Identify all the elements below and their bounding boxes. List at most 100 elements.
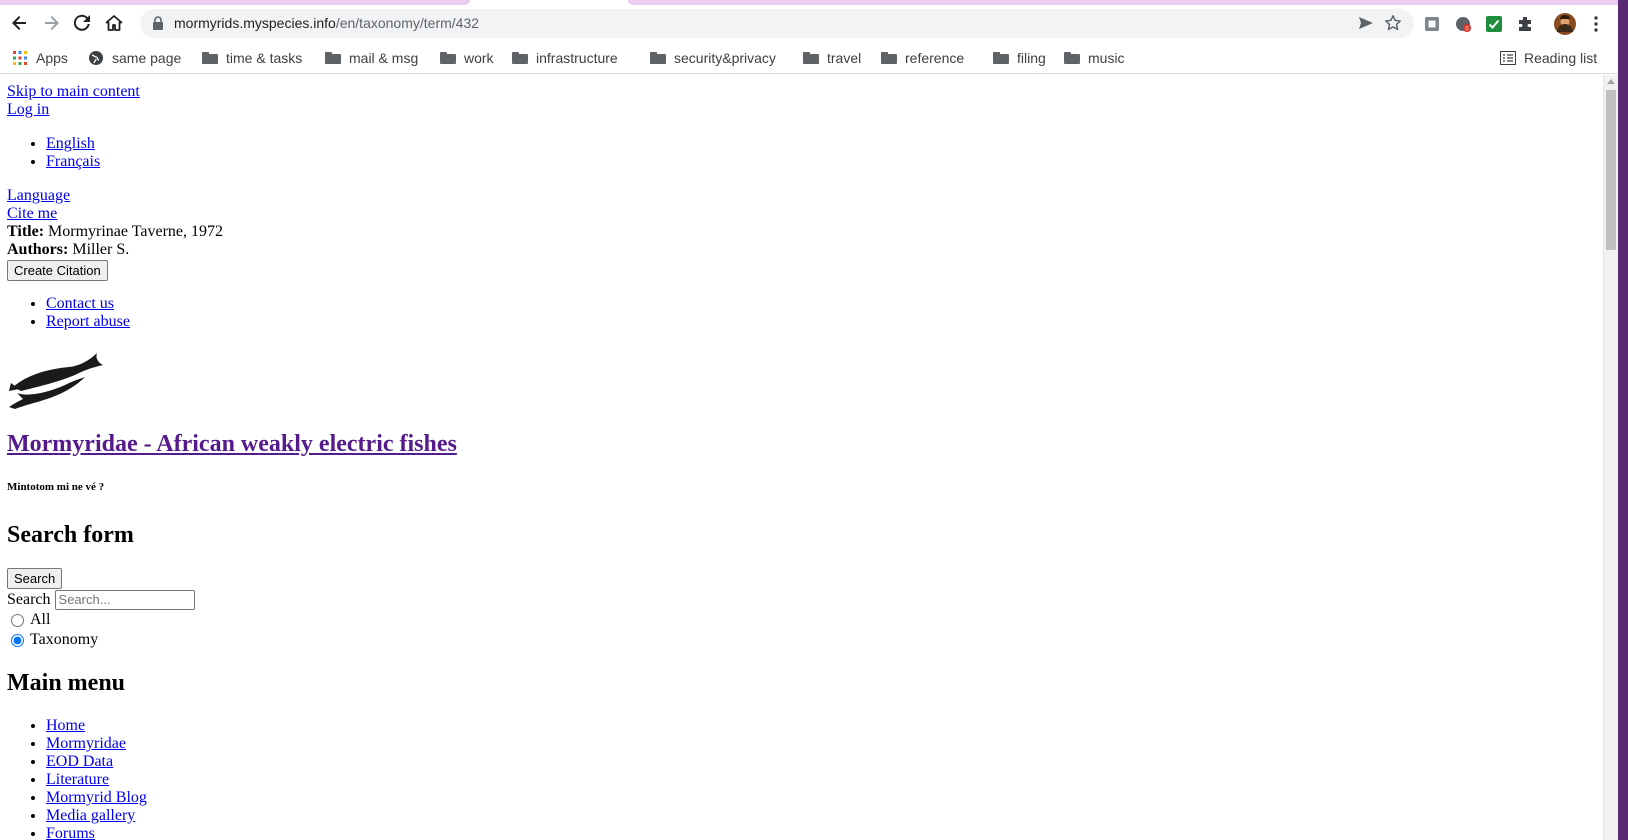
- folder-icon: [325, 52, 341, 64]
- menu-literature-link[interactable]: Literature: [46, 771, 109, 788]
- bookmark-folder-reference[interactable]: reference: [881, 48, 964, 68]
- main-menu-item: Forums: [46, 825, 1596, 840]
- citation-authors-label: Authors:: [7, 241, 69, 258]
- main-menu-item: Mormyrid Blog: [46, 789, 1596, 807]
- page-body: Skip to main content Log in English Fran…: [0, 75, 1603, 840]
- bookmark-star-icon[interactable]: [1384, 14, 1402, 32]
- bookmark-folder-music[interactable]: music: [1064, 48, 1125, 68]
- folder-icon: [1064, 52, 1080, 64]
- search-scope-all-radio[interactable]: [11, 613, 24, 627]
- main-menu-item: Mormyridae: [46, 735, 1596, 753]
- extension-square-icon[interactable]: [1422, 14, 1442, 34]
- citation-title: Title: Mormyrinae Taverne, 1972: [7, 223, 1596, 241]
- menu-forums-link[interactable]: Forums: [46, 825, 95, 840]
- main-menu-heading: Main menu: [7, 670, 126, 696]
- page-scrollbar[interactable]: [1603, 75, 1618, 840]
- menu-blog-link[interactable]: Mormyrid Blog: [46, 789, 147, 806]
- report-abuse-link[interactable]: Report abuse: [46, 313, 130, 330]
- language-item: Français: [46, 153, 1596, 171]
- bookmark-folder-infrastructure[interactable]: infrastructure: [512, 48, 618, 68]
- home-button[interactable]: [100, 9, 128, 37]
- extensions-puzzle-icon[interactable]: [1515, 14, 1535, 34]
- language-toggle-link[interactable]: Language: [7, 187, 70, 204]
- forward-button[interactable]: [37, 9, 65, 37]
- language-french-link[interactable]: Français: [46, 153, 100, 170]
- bookmark-folder-time-tasks[interactable]: time & tasks: [202, 48, 302, 68]
- footer-item: Report abuse: [46, 313, 1596, 331]
- contact-us-link[interactable]: Contact us: [46, 295, 114, 312]
- bookmark-label: filing: [1017, 50, 1046, 66]
- browser-toolbar: mormyrids.myspecies.info/en/taxonomy/ter…: [0, 5, 1618, 42]
- main-menu-item: Media gallery: [46, 807, 1596, 825]
- main-menu-item: EOD Data: [46, 753, 1596, 771]
- folder-icon: [881, 52, 897, 64]
- extension-check-icon[interactable]: [1484, 14, 1504, 34]
- citation-authors-value: Miller S.: [72, 241, 130, 258]
- search-option-label: All: [30, 611, 51, 628]
- menu-home-link[interactable]: Home: [46, 717, 85, 734]
- site-name-link[interactable]: Mormyridae - African weakly electric fis…: [7, 431, 457, 457]
- folder-icon: [202, 52, 218, 64]
- browser-menu-icon[interactable]: [1586, 14, 1606, 34]
- profile-avatar[interactable]: [1553, 12, 1577, 36]
- bookmark-folder-filing[interactable]: filing: [993, 48, 1046, 68]
- apps-grid-icon: [13, 51, 27, 65]
- folder-icon: [512, 52, 528, 64]
- citation-authors: Authors: Miller S.: [7, 241, 1596, 259]
- site-slogan: Mintotom mi ne vé ?: [7, 481, 105, 493]
- citation-title-value: Mormyrinae Taverne, 1972: [48, 223, 224, 240]
- bookmark-folder-work[interactable]: work: [440, 48, 494, 68]
- home-icon: [105, 15, 123, 31]
- lock-icon: [153, 16, 163, 30]
- bookmark-same-page[interactable]: same page: [88, 48, 181, 68]
- menu-mormyridae-link[interactable]: Mormyridae: [46, 735, 126, 752]
- page-viewport: Skip to main content Log in English Fran…: [0, 75, 1603, 840]
- menu-media-gallery-link[interactable]: Media gallery: [46, 807, 135, 824]
- send-to-devices-icon[interactable]: [1358, 15, 1374, 31]
- globe-icon: [89, 51, 103, 65]
- create-citation-button[interactable]: Create Citation: [7, 260, 108, 281]
- search-form-heading: Search form: [7, 522, 134, 548]
- scrollbar-thumb[interactable]: [1606, 90, 1616, 250]
- search-button[interactable]: Search: [7, 568, 63, 589]
- bookmark-folder-mail-msg[interactable]: mail & msg: [325, 48, 418, 68]
- address-bar[interactable]: mormyrids.myspecies.info/en/taxonomy/ter…: [140, 9, 1414, 38]
- login-link[interactable]: Log in: [7, 101, 49, 118]
- bookmark-label: time & tasks: [226, 50, 303, 66]
- extension-ghostery-icon[interactable]: 0: [1453, 14, 1473, 34]
- site-logo-link[interactable]: [7, 347, 107, 411]
- reading-list-label: Reading list: [1524, 50, 1598, 66]
- search-scope-taxonomy-radio[interactable]: [11, 633, 24, 647]
- search-label: Search: [7, 590, 51, 608]
- reading-list-button[interactable]: Reading list: [1500, 48, 1597, 68]
- folder-icon: [803, 52, 819, 64]
- bookmark-apps[interactable]: Apps: [12, 48, 68, 68]
- skip-to-main-link[interactable]: Skip to main content: [7, 83, 140, 100]
- footer-links: Contact us Report abuse: [7, 295, 1596, 331]
- search-option-taxonomy: Taxonomy: [7, 630, 1596, 650]
- url-path: /en/taxonomy/term/432: [335, 15, 480, 31]
- bookmark-folder-travel[interactable]: travel: [803, 48, 861, 68]
- site-logo-fish-icon: [9, 353, 103, 409]
- bookmark-label: Apps: [36, 50, 68, 66]
- bookmark-folder-security-privacy[interactable]: security&privacy: [650, 48, 776, 68]
- language-english-link[interactable]: English: [46, 135, 95, 152]
- cite-me-link[interactable]: Cite me: [7, 205, 57, 222]
- menu-eod-data-link[interactable]: EOD Data: [46, 753, 113, 770]
- bookmark-label: music: [1088, 50, 1125, 66]
- reload-button[interactable]: [68, 9, 96, 37]
- folder-icon: [440, 52, 456, 64]
- back-button[interactable]: [6, 9, 34, 37]
- footer-item: Contact us: [46, 295, 1596, 313]
- main-menu-item: Home: [46, 717, 1596, 735]
- bookmark-label: security&privacy: [674, 50, 776, 66]
- bookmark-label: mail & msg: [349, 50, 419, 66]
- scroll-up-arrow-icon[interactable]: [1607, 79, 1615, 84]
- url-host: mormyrids.myspecies.info: [174, 15, 336, 31]
- bookmark-label: reference: [905, 50, 965, 66]
- search-input[interactable]: [54, 589, 195, 610]
- site-name-heading: Mormyridae - African weakly electric fis…: [7, 430, 1596, 458]
- main-menu-item: Literature: [46, 771, 1596, 789]
- desktop-edge: [1618, 0, 1628, 840]
- bookmark-label: same page: [112, 50, 182, 66]
